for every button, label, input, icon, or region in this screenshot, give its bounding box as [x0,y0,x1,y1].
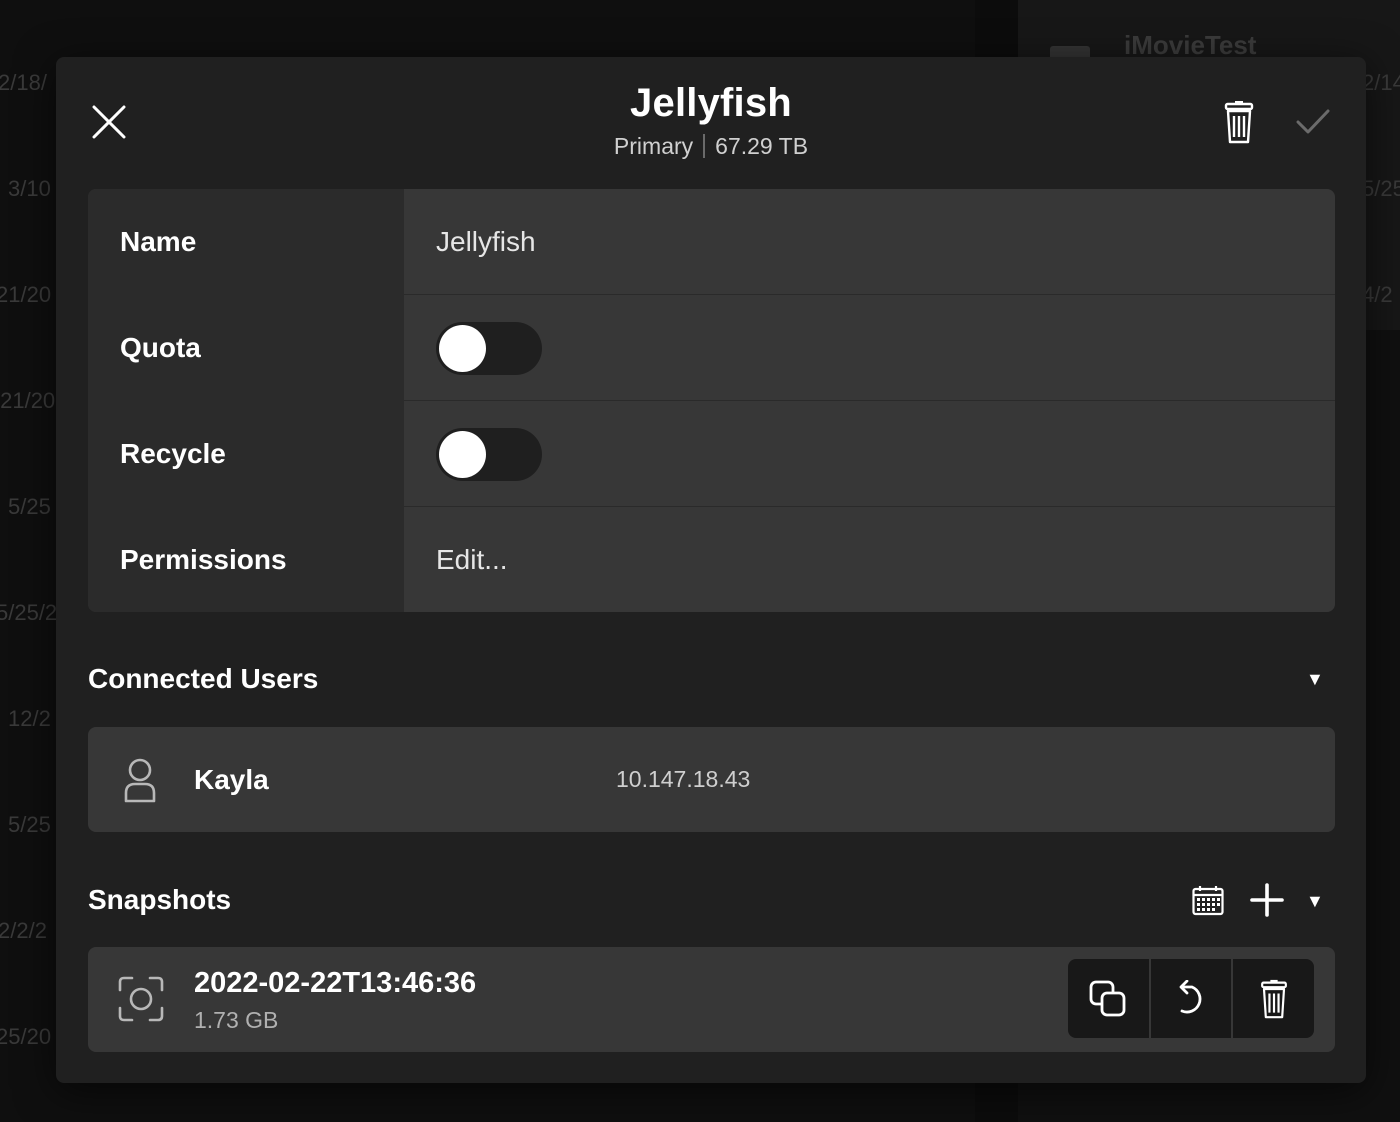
volume-size: 67.29 TB [715,133,809,159]
snapshot-name: 2022-02-22T13:46:36 [194,967,477,999]
subtitle-divider [703,134,706,158]
delete-share-button[interactable] [1216,97,1262,147]
restore-icon [1179,979,1202,1013]
calendar-icon [1192,886,1224,916]
background-date: 4/2 [1362,282,1393,307]
caret-down-icon[interactable]: ▼ [1306,669,1324,690]
dialog-title: Jellyfish [630,81,792,125]
user-ip-address: 10.147.18.43 [616,766,751,792]
list-item: Kayla 10.147.18.43 [88,727,1335,832]
background-date: 5/25/2 [0,600,58,625]
name-label: Name [120,226,197,257]
snapshot-size: 1.73 GB [194,1007,279,1033]
share-settings-table: Name Jellyfish Quota Recycle Permissions… [88,189,1335,612]
settings-row-quota: Quota [88,295,1335,401]
settings-row-permissions: Permissions Edit... [88,507,1335,612]
volume-role: Primary [613,133,694,159]
toggle-knob [439,325,486,372]
background-date: 5/25 [1362,176,1400,201]
clone-snapshot-button[interactable] [1068,959,1149,1038]
quota-toggle[interactable] [436,322,542,375]
permissions-label: Permissions [120,544,287,575]
snapshots-heading: Snapshots [88,884,232,915]
background-date: 3/10 [8,176,51,201]
dialog-subtitle: Primary 67.29 TB [56,133,1366,160]
background-date: 2/14 [1362,70,1400,95]
quota-label: Quota [120,332,201,363]
background-date: /21/20 [0,388,56,413]
background-date: 21/20 [0,282,52,307]
name-field[interactable]: Jellyfish [436,189,536,295]
background-date: 2/18/ [0,70,47,95]
trash-icon [1260,979,1287,1018]
caret-down-icon[interactable]: ▼ [1306,891,1324,912]
background-date: 5/25 [8,494,51,519]
snapshot-icon [118,976,164,1022]
copy-icon [1089,980,1126,1016]
plus-icon [1250,883,1284,917]
confirm-button[interactable] [1288,97,1338,147]
delete-snapshot-button[interactable] [1233,959,1314,1038]
background-date: 12/2 [8,706,51,731]
background-date: 2/2/2 [0,918,47,943]
add-snapshot-button[interactable] [1248,881,1286,919]
recycle-toggle[interactable] [436,428,542,481]
toggle-knob [439,431,486,478]
background-date: 5/25 [8,812,51,837]
background-date: 25/20 [0,1024,52,1049]
restore-snapshot-button[interactable] [1150,959,1232,1038]
settings-row-recycle: Recycle [88,401,1335,507]
share-edit-dialog: Jellyfish Primary 67.29 TB Name Jellyfish… [56,57,1366,1083]
settings-row-name: Name Jellyfish [88,189,1335,295]
edit-permissions-link[interactable]: Edit... [436,507,508,612]
schedule-snapshots-button[interactable] [1190,883,1226,919]
recycle-label: Recycle [120,438,226,469]
connected-users-heading: Connected Users [88,663,319,694]
user-icon [124,758,156,803]
list-item: 2022-02-22T13:46:36 1.73 GB [88,947,1335,1052]
user-name: Kayla [194,764,269,795]
snapshot-actions [1068,959,1314,1038]
checkmark-icon [1296,109,1330,134]
trash-icon [1224,101,1254,144]
